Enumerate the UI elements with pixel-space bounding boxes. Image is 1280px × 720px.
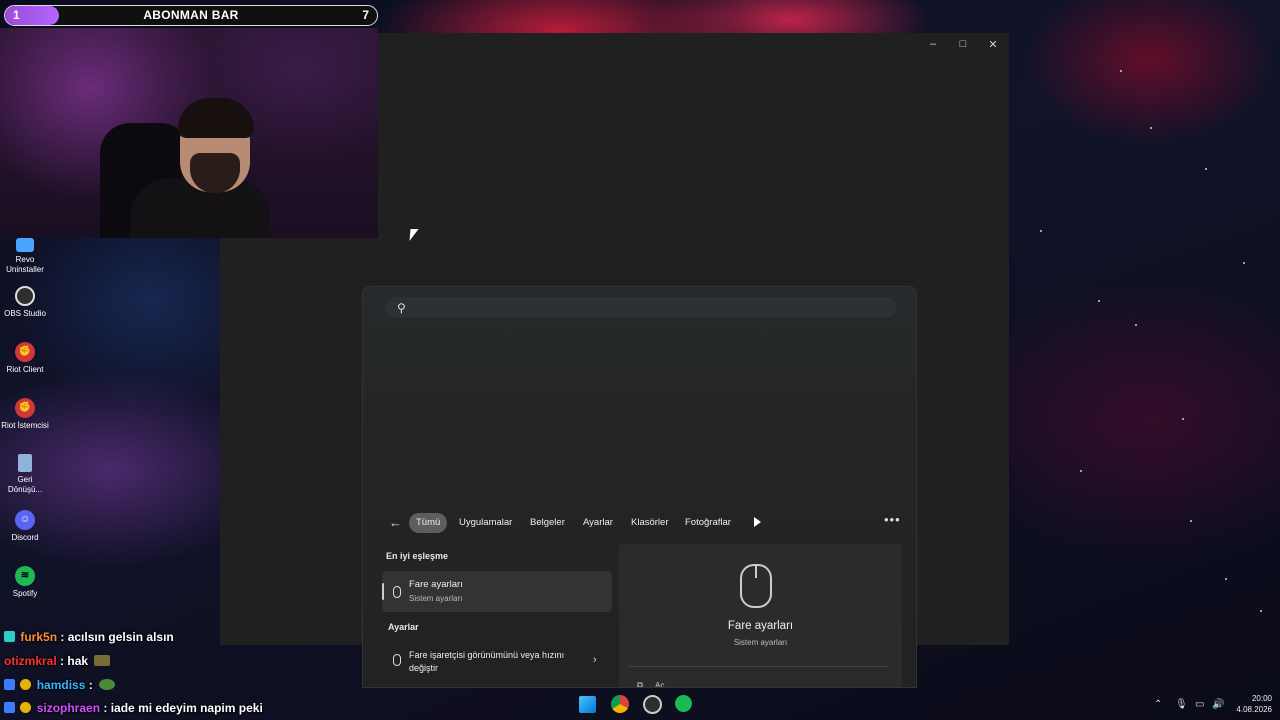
riot-client-icon: ✊ (15, 398, 35, 418)
desktop-icon-label: Geri Dönüşü... (7, 475, 43, 494)
chat-username: otizmkral (4, 654, 57, 668)
obs-studio-icon (15, 286, 35, 306)
desktop-icon-revo[interactable]: Revo Uninstaller (0, 238, 50, 275)
desktop-icon-label: OBS Studio (4, 309, 46, 318)
spotify-icon[interactable] (675, 695, 692, 712)
discord-icon: ☺ (15, 510, 35, 530)
settings-heading: Ayarlar (388, 622, 419, 632)
start-search-panel: ⚲ ← Tümü Uygulamalar Belgeler Ayarlar Kl… (362, 286, 917, 688)
desktop-icon-riot-client[interactable]: ✊ Riot Client (0, 342, 50, 375)
taskbar (0, 690, 1280, 720)
revo-uninstaller-icon (16, 238, 34, 252)
filter-chip-documents[interactable]: Belgeler (523, 513, 572, 533)
open-action[interactable]: Aç (655, 681, 664, 687)
mouse-large-icon (740, 564, 772, 608)
filter-chip-folders[interactable]: Klasörler (624, 513, 676, 533)
microphone-icon[interactable]: 🎙 (1175, 699, 1188, 710)
system-clock[interactable]: 20:00 4.08.2026 (1236, 693, 1272, 715)
mouse-icon (393, 654, 401, 666)
filter-chip-settings[interactable]: Ayarlar (576, 513, 620, 533)
filter-chip-apps[interactable]: Uygulamalar (452, 513, 519, 533)
obs-icon[interactable] (643, 695, 662, 714)
chat-badge-icon (4, 679, 15, 690)
open-external-icon[interactable]: ⧉ (637, 680, 643, 687)
desktop-icon-label: Riot İstemcisi (1, 421, 49, 430)
webcam-overlay (0, 28, 378, 238)
chat-text: : acılsın gelsin alsın (60, 630, 174, 644)
desktop-icon-discord[interactable]: ☺ Discord (0, 510, 50, 543)
goal-target-value: 7 (362, 8, 369, 22)
chat-text: : hak (60, 654, 89, 668)
app-window-top[interactable] (378, 33, 1009, 238)
riot-client-icon: ✊ (15, 342, 35, 362)
close-button[interactable]: ✕ (983, 38, 1003, 51)
preview-title: Fare ayarları (727, 620, 794, 632)
search-input[interactable]: ⚲ (385, 297, 896, 318)
chat-emote-icon (99, 679, 116, 690)
desktop-icon-recycle-bin[interactable]: Geri Dönüşü... (0, 454, 50, 495)
chat-message: furk5n : acılsın gelsin alsın (4, 630, 174, 644)
chat-message: otizmkral : hak (4, 654, 111, 668)
minimize-button[interactable]: – (923, 38, 943, 50)
filter-chip-all[interactable]: Tümü (409, 513, 448, 533)
recycle-bin-icon (18, 454, 32, 472)
result-preview-pane: Fare ayarları Sistem ayarları ⧉ Aç (619, 544, 902, 687)
filter-chip-photos[interactable]: Fotoğraflar (678, 513, 738, 533)
chat-badge-icon (20, 679, 32, 690)
mouse-cursor-icon (409, 229, 419, 241)
desktop-icon-spotify[interactable]: ≋ Spotify (0, 566, 50, 599)
clock-time: 20:00 (1251, 694, 1272, 703)
clock-date: 4.08.2026 (1236, 705, 1272, 714)
spotify-icon: ≋ (15, 566, 35, 586)
chevron-right-icon[interactable]: › (593, 654, 597, 666)
maximize-button[interactable]: □ (953, 38, 973, 50)
back-arrow-icon[interactable]: ← (389, 515, 402, 530)
goal-title: ABONMAN BAR (143, 8, 239, 22)
desktop-icon-riot-istemcisi[interactable]: ✊ Riot İstemcisi (0, 398, 50, 431)
chat-username: furk5n (20, 630, 58, 644)
chat-emote-icon (94, 655, 111, 666)
chat-badge-icon (4, 631, 15, 642)
chevron-up-icon[interactable]: ⌃ (1154, 699, 1162, 710)
selection-indicator (382, 583, 384, 600)
more-options-icon[interactable]: ••• (884, 512, 901, 527)
best-match-heading: En iyi eşleşme (386, 551, 449, 561)
mouse-icon (393, 586, 401, 598)
search-icon: ⚲ (397, 301, 406, 315)
desktop-icon-label: Riot Client (6, 365, 44, 374)
chrome-icon[interactable] (611, 695, 629, 713)
desktop-icon-label: Revo Uninstaller (6, 255, 44, 274)
preview-divider (629, 666, 888, 667)
result-title: Fare ayarları (409, 579, 463, 590)
desktop-icon-label: Discord (11, 533, 39, 542)
preview-subtitle: Sistem ayarları (733, 638, 788, 647)
desktop-icon-label: Spotify (12, 589, 38, 598)
volume-icon[interactable]: 🔊 (1212, 699, 1224, 710)
more-filters-arrow-icon[interactable] (754, 517, 761, 527)
result-subtitle: Sistem ayarları (409, 594, 463, 603)
desktop-icon-obs[interactable]: OBS Studio (0, 286, 50, 319)
network-icon[interactable]: ▭ (1195, 699, 1204, 710)
streamer-hair (178, 98, 254, 138)
settings-result-item[interactable]: Fare işaretçisi görünümünü veya hızını d… (409, 649, 569, 675)
subscriber-goal-bar: 1 ABONMAN BAR 7 (4, 5, 378, 26)
best-match-result[interactable]: Fare ayarları Sistem ayarları (382, 571, 612, 612)
search-filters: ← Tümü Uygulamalar Belgeler Ayarlar Klas… (363, 511, 916, 535)
start-icon[interactable] (579, 696, 596, 713)
